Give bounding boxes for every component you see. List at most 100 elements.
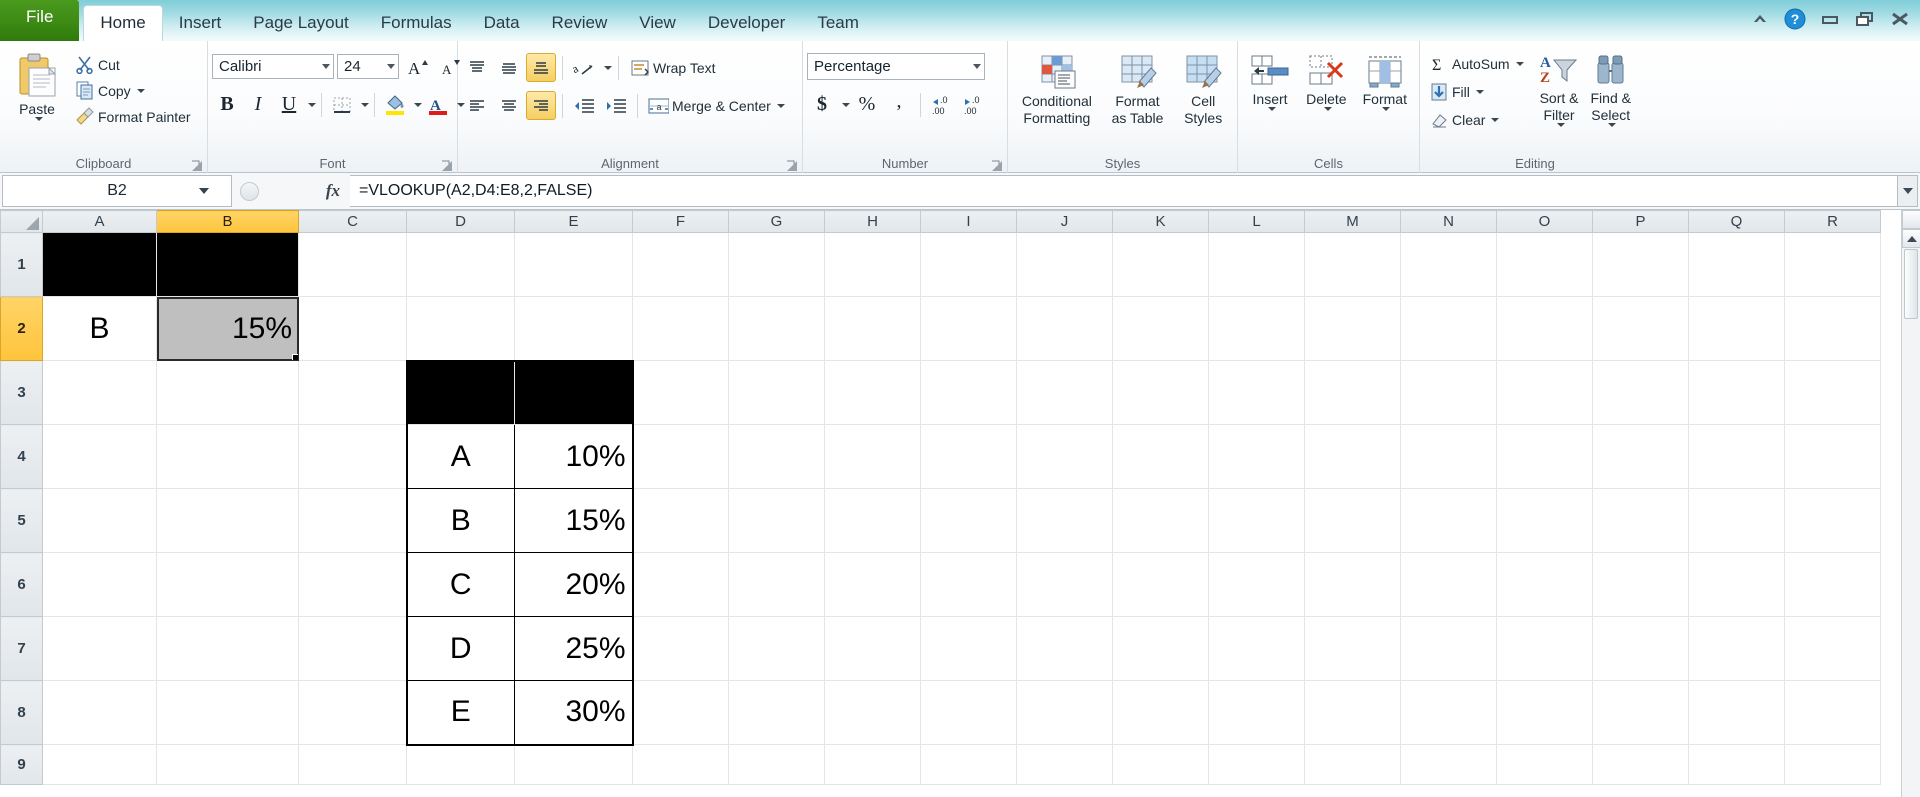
collapse-ribbon-icon[interactable]	[1748, 8, 1772, 30]
help-icon[interactable]: ?	[1783, 8, 1807, 30]
col-header-Q[interactable]: Q	[1688, 210, 1785, 233]
row-header-3[interactable]: 3	[0, 360, 43, 425]
cell-G6[interactable]	[728, 552, 825, 617]
increase-decimal-button[interactable]: .0 .00	[927, 90, 957, 119]
row-header-5[interactable]: 5	[0, 488, 43, 553]
cell-K5[interactable]	[1112, 488, 1209, 553]
col-header-G[interactable]: G	[728, 210, 825, 233]
cell-J1[interactable]	[1016, 232, 1113, 297]
cell-Q9[interactable]	[1688, 744, 1785, 785]
tab-file[interactable]: File	[0, 0, 80, 41]
wrap-text-button[interactable]: Wrap Text	[625, 55, 720, 80]
fill-button[interactable]: Fill	[1424, 79, 1528, 104]
cell-M1[interactable]	[1304, 232, 1401, 297]
cell-L7[interactable]	[1208, 616, 1305, 681]
alignment-dialog-launcher-icon[interactable]	[786, 159, 798, 171]
cell-D4[interactable]: A	[405, 424, 515, 489]
cell-F5[interactable]	[632, 488, 729, 553]
cell-F2[interactable]	[632, 296, 729, 361]
cell-H7[interactable]	[824, 616, 921, 681]
cell-B2[interactable]: 15%	[156, 296, 299, 361]
vertical-scrollbar[interactable]	[1901, 210, 1920, 797]
col-header-P[interactable]: P	[1592, 210, 1689, 233]
italic-button[interactable]: I	[243, 90, 273, 119]
cell-C4[interactable]	[298, 424, 407, 489]
cell-A4[interactable]	[42, 424, 157, 489]
underline-dropdown-icon[interactable]	[308, 102, 316, 107]
cell-R9[interactable]	[1784, 744, 1881, 785]
cell-E5[interactable]: 15%	[514, 488, 634, 553]
cell-D6[interactable]: C	[405, 552, 515, 617]
cell-C3[interactable]	[298, 360, 407, 425]
formula-input[interactable]: =VLOOKUP(A2,D4:E8,2,FALSE)	[350, 175, 1898, 207]
col-header-R[interactable]: R	[1784, 210, 1881, 233]
row-header-6[interactable]: 6	[0, 552, 43, 617]
cell-E4[interactable]: 10%	[514, 424, 634, 489]
find-select-dropdown-icon[interactable]	[1608, 123, 1617, 127]
scroll-up-button[interactable]	[1902, 229, 1920, 248]
clear-dropdown-icon[interactable]	[1491, 117, 1500, 122]
cell-J3[interactable]	[1016, 360, 1113, 425]
cell-L6[interactable]	[1208, 552, 1305, 617]
copy-dropdown-icon[interactable]	[136, 88, 145, 93]
cell-A7[interactable]	[42, 616, 157, 681]
align-center-button[interactable]	[494, 91, 524, 120]
cell-P6[interactable]	[1592, 552, 1689, 617]
clear-button[interactable]: Clear	[1424, 107, 1528, 132]
cancel-enter-button[interactable]	[240, 181, 259, 201]
cell-Q3[interactable]	[1688, 360, 1785, 425]
paste-dropdown-icon[interactable]	[34, 117, 43, 121]
cell-K2[interactable]	[1112, 296, 1209, 361]
tab-developer[interactable]: Developer	[692, 7, 802, 41]
cell-M5[interactable]	[1304, 488, 1401, 553]
cut-button[interactable]: Cut	[70, 52, 195, 77]
format-as-table-button[interactable]: Format as Table	[1106, 52, 1170, 128]
cell-Q6[interactable]	[1688, 552, 1785, 617]
col-header-N[interactable]: N	[1400, 210, 1497, 233]
format-painter-button[interactable]: Format Painter	[70, 104, 195, 129]
cell-N3[interactable]	[1400, 360, 1497, 425]
cell-C2[interactable]	[298, 296, 407, 361]
cell-C5[interactable]	[298, 488, 407, 553]
name-box-chevron-down-icon[interactable]	[199, 188, 209, 194]
align-right-button[interactable]	[526, 91, 556, 120]
cell-C8[interactable]	[298, 680, 407, 745]
number-format-chevron-down-icon[interactable]	[973, 64, 981, 69]
cell-R3[interactable]	[1784, 360, 1881, 425]
cell-A2[interactable]: B	[42, 296, 157, 361]
cell-D9[interactable]	[406, 744, 515, 785]
cell-P8[interactable]	[1592, 680, 1689, 745]
row-header-1[interactable]: 1	[0, 232, 43, 297]
cell-O4[interactable]	[1496, 424, 1593, 489]
cell-A1[interactable]	[42, 232, 157, 297]
cell-K4[interactable]	[1112, 424, 1209, 489]
cell-R4[interactable]	[1784, 424, 1881, 489]
font-name-chevron-down-icon[interactable]	[322, 64, 330, 69]
cell-N2[interactable]	[1400, 296, 1497, 361]
increase-indent-button[interactable]	[601, 91, 631, 120]
cell-P5[interactable]	[1592, 488, 1689, 553]
cell-O1[interactable]	[1496, 232, 1593, 297]
cell-R7[interactable]	[1784, 616, 1881, 681]
cell-I9[interactable]	[920, 744, 1017, 785]
copy-button[interactable]: Copy	[70, 78, 195, 103]
col-header-C[interactable]: C	[298, 210, 407, 233]
cell-K9[interactable]	[1112, 744, 1209, 785]
cell-C6[interactable]	[298, 552, 407, 617]
cell-J9[interactable]	[1016, 744, 1113, 785]
cell-O9[interactable]	[1496, 744, 1593, 785]
cell-D5[interactable]: B	[405, 488, 515, 553]
cell-E1[interactable]	[514, 232, 633, 297]
cell-J6[interactable]	[1016, 552, 1113, 617]
scroll-split-handle[interactable]	[1902, 210, 1920, 229]
col-header-I[interactable]: I	[920, 210, 1017, 233]
fill-dropdown-icon[interactable]	[1475, 89, 1484, 94]
cell-K7[interactable]	[1112, 616, 1209, 681]
font-dialog-launcher-icon[interactable]	[441, 159, 453, 171]
delete-cells-dropdown-icon[interactable]	[1323, 107, 1332, 111]
cell-K6[interactable]	[1112, 552, 1209, 617]
sort-filter-dropdown-icon[interactable]	[1556, 123, 1565, 127]
cell-N8[interactable]	[1400, 680, 1497, 745]
cell-O6[interactable]	[1496, 552, 1593, 617]
col-header-D[interactable]: D	[406, 210, 515, 233]
